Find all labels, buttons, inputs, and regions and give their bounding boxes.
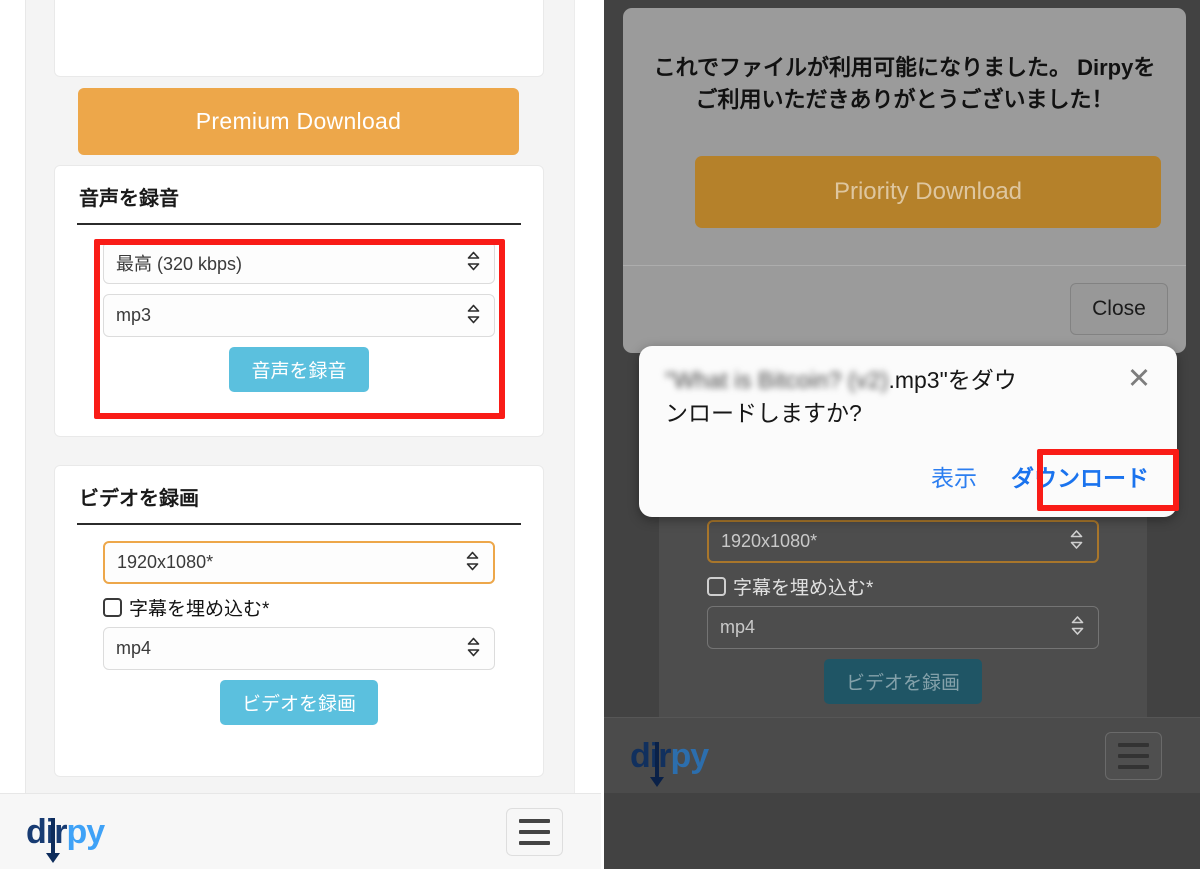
right-record-video-button[interactable]: ビデオを録画 [823, 659, 982, 704]
left-gutter [25, 0, 57, 793]
logo-r: r [658, 736, 671, 775]
dirpy-logo[interactable]: dirpy [26, 812, 105, 863]
record-audio-button[interactable]: 音声を録音 [229, 347, 369, 392]
right-phone-screen: 1920x1080* 字幕を埋め込む* mp4 ビデオを録画 dirpy これで… [604, 0, 1200, 869]
video-resolution-value: 1920x1080* [117, 552, 214, 572]
down-arrow-icon [650, 741, 664, 787]
blurred-filename: "What is Bitcoin? (v2) [665, 367, 889, 393]
audio-format-value: mp3 [116, 305, 152, 325]
hamburger-bar [1118, 753, 1149, 758]
right-embed-subtitles-checkbox[interactable] [707, 577, 726, 596]
priority-download-button[interactable]: Priority Download [695, 156, 1161, 228]
chevron-updown-icon [1070, 529, 1083, 554]
screenshot-root: Premium Download 音声を録音 最高 (320 kbps) mp3 [0, 0, 1200, 869]
chevron-updown-icon [1071, 615, 1084, 640]
top-blank-card [55, 0, 543, 76]
right-footer-bar: dirpy [604, 717, 1200, 793]
embed-subtitles-row[interactable]: 字幕を埋め込む* [103, 594, 495, 621]
chevron-updown-icon [467, 637, 480, 660]
hamburger-bar [519, 840, 550, 845]
chevron-updown-icon [467, 304, 480, 327]
logo-d: d [26, 812, 47, 851]
download-dialog-actions: 表示 ダウンロード [911, 449, 1163, 503]
right-gutter [543, 0, 575, 793]
audio-card-title: 音声を録音 [79, 188, 179, 210]
audio-format-select[interactable]: mp3 [103, 294, 495, 337]
video-format-select[interactable]: mp4 [103, 627, 495, 670]
premium-download-button[interactable]: Premium Download [78, 88, 519, 155]
hamburger-menu-button[interactable] [506, 807, 563, 856]
right-embed-subtitles-label: 字幕を埋め込む* [733, 578, 874, 599]
audio-card: 音声を録音 最高 (320 kbps) mp3 音声を録音 [55, 166, 543, 436]
video-card-title: ビデオを録画 [79, 488, 199, 510]
download-question-line2: ンロードしますか? [665, 399, 862, 426]
right-dirpy-logo[interactable]: dirpy [630, 736, 709, 787]
right-video-format-value: mp4 [720, 617, 756, 637]
hamburger-bar [1118, 764, 1149, 769]
filename-extension: .mp3"をダウ [888, 367, 1017, 393]
embed-subtitles-checkbox[interactable] [103, 598, 122, 617]
right-video-format-select[interactable]: mp4 [707, 606, 1099, 649]
video-format-value: mp4 [116, 638, 152, 658]
chevron-updown-icon [466, 551, 479, 574]
logo-r: r [54, 812, 67, 851]
audio-quality-select[interactable]: 最高 (320 kbps) [103, 241, 495, 284]
logo-py: py [66, 812, 105, 851]
left-footer-bar: dirpy [0, 793, 601, 869]
down-arrow-icon [46, 817, 60, 863]
embed-subtitles-label: 字幕を埋め込む* [129, 599, 270, 620]
modal-close-button[interactable]: Close [1070, 283, 1168, 335]
right-hamburger-menu-button[interactable] [1105, 731, 1162, 780]
download-confirm-text: "What is Bitcoin? (v2).mp3"をダウ ンロードしますか? [665, 364, 1095, 429]
close-icon[interactable]: ✕ [1125, 365, 1153, 394]
right-video-resolution-value: 1920x1080* [721, 531, 818, 551]
success-modal: これでファイルが利用可能になりました。 Dirpyをご利用いただきありがとうござ… [623, 8, 1186, 353]
download-button[interactable]: ダウンロード [997, 449, 1163, 503]
hamburger-bar [519, 818, 550, 823]
modal-divider [623, 265, 1186, 266]
hamburger-bar [519, 829, 550, 834]
video-card: ビデオを録画 1920x1080* 字幕を埋め込む* mp4 ビデオを録画 [55, 466, 543, 776]
record-video-button[interactable]: ビデオを録画 [219, 680, 378, 725]
video-resolution-select[interactable]: 1920x1080* [103, 541, 495, 584]
download-confirm-dialog: "What is Bitcoin? (v2).mp3"をダウ ンロードしますか?… [639, 346, 1179, 517]
left-phone-screen: Premium Download 音声を録音 最高 (320 kbps) mp3 [0, 0, 601, 869]
logo-d: d [630, 736, 651, 775]
logo-py: py [670, 736, 709, 775]
chevron-updown-icon [467, 251, 480, 274]
hamburger-bar [1118, 742, 1149, 747]
video-card-body: 1920x1080* 字幕を埋め込む* mp4 ビデオを録画 [55, 525, 543, 725]
right-video-resolution-select[interactable]: 1920x1080* [707, 520, 1099, 563]
modal-message: これでファイルが利用可能になりました。 Dirpyをご利用いただきありがとうござ… [653, 55, 1156, 112]
view-button[interactable]: 表示 [911, 449, 997, 503]
right-embed-subtitles-row[interactable]: 字幕を埋め込む* [707, 573, 1099, 600]
audio-quality-value: 最高 (320 kbps) [116, 253, 243, 274]
audio-card-body: 最高 (320 kbps) mp3 音声を録音 [55, 225, 543, 392]
